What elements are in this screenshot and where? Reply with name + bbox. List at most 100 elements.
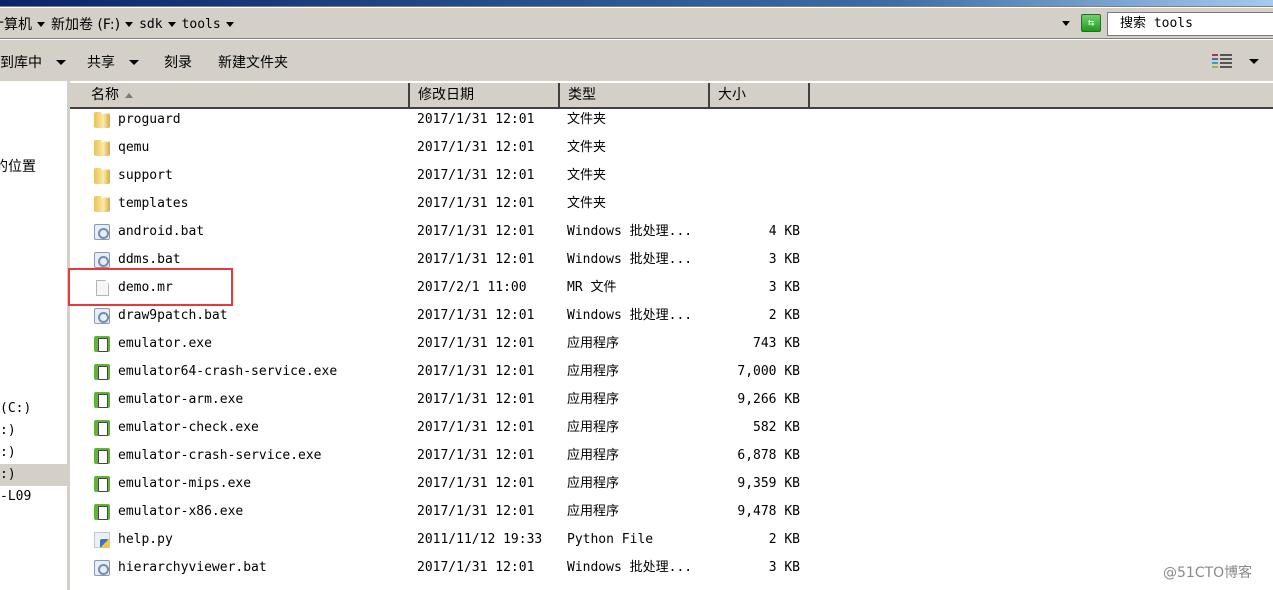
file-type: 应用程序	[567, 504, 620, 519]
chevron-down-icon	[56, 59, 66, 65]
exe-icon	[94, 392, 110, 408]
folder-icon	[94, 196, 110, 212]
view-options-icon[interactable]	[1212, 53, 1232, 69]
file-row[interactable]: android.bat 2017/1/31 12:01 Windows 批处理...…	[70, 218, 810, 246]
exe-icon	[94, 336, 110, 352]
file-type: 应用程序	[567, 336, 620, 351]
chevron-down-icon	[129, 59, 139, 65]
file-date: 2017/1/31 12:01	[417, 308, 535, 323]
chevron-down-icon[interactable]	[167, 21, 176, 27]
file-row[interactable]: proguard 2017/1/31 12:01 文件夹	[70, 106, 810, 134]
column-header-name[interactable]: 名称	[70, 83, 410, 107]
divider	[0, 6, 1273, 8]
breadcrumb-sdk[interactable]: sdk	[137, 17, 164, 32]
share-label: 共享	[87, 55, 115, 71]
sidebar-item-label: :)	[0, 445, 16, 460]
file-row[interactable]: emulator-x86.exe 2017/1/31 12:01 应用程序 9,478…	[70, 498, 810, 526]
chevron-down-icon[interactable]	[125, 21, 134, 27]
file-row[interactable]: emulator-mips.exe 2017/1/31 12:01 应用程序 9,35…	[70, 470, 810, 498]
file-row[interactable]: emulator-arm.exe 2017/1/31 12:01 应用程序 9,266…	[70, 386, 810, 414]
file-row[interactable]: support 2017/1/31 12:01 文件夹	[70, 162, 810, 190]
file-row[interactable]: ddms.bat 2017/1/31 12:01 Windows 批处理... 3 K…	[70, 246, 810, 274]
file-row[interactable]: hierarchyviewer.bat 2017/1/31 12:01 Window…	[70, 554, 810, 582]
file-date: 2017/2/1 11:00	[417, 280, 527, 295]
address-bar[interactable]: 计算机 新加卷 (F:) sdk tools ⇆ 搜索 tools	[0, 9, 1273, 38]
refresh-button[interactable]: ⇆	[1081, 14, 1101, 32]
file-name: emulator-check.exe	[118, 420, 259, 435]
file-name: qemu	[118, 140, 150, 155]
breadcrumb-computer[interactable]: 计算机	[0, 14, 34, 34]
address-history-dropdown-icon[interactable]	[1062, 21, 1070, 26]
sidebar-item-drive-d[interactable]: :)	[0, 420, 67, 442]
file-row[interactable]: draw9patch.bat 2017/1/31 12:01 Windows 批处理…	[70, 302, 810, 330]
file-size: 9,266 KB	[737, 392, 800, 407]
file-name: android.bat	[118, 224, 205, 239]
file-date: 2017/1/31 12:01	[417, 392, 535, 407]
file-name: emulator.exe	[118, 336, 212, 351]
file-date: 2017/1/31 12:01	[417, 504, 535, 519]
burn-button[interactable]: 刻录	[164, 52, 192, 72]
file-name: emulator-mips.exe	[118, 476, 252, 491]
file-type: MR 文件	[567, 280, 617, 295]
file-type: 应用程序	[567, 476, 620, 491]
file-size: 9,478 KB	[737, 504, 800, 519]
breadcrumb-drive-f[interactable]: 新加卷 (F:)	[49, 14, 122, 34]
file-type: 应用程序	[567, 448, 620, 463]
breadcrumb-tools[interactable]: tools	[180, 17, 223, 32]
burn-label: 刻录	[164, 55, 192, 71]
file-row[interactable]: emulator.exe 2017/1/31 12:01 应用程序 743 KB	[70, 330, 810, 358]
file-type: 文件夹	[567, 112, 607, 127]
file-row[interactable]: emulator64-crash-service.exe 2017/1/31 12…	[70, 358, 810, 386]
column-header-type[interactable]: 类型	[560, 83, 710, 107]
navigation-pane: 的位置 (C:) :) :) :) -L09	[0, 81, 67, 590]
search-input[interactable]: 搜索 tools	[1107, 12, 1273, 36]
file-date: 2017/1/31 12:01	[417, 336, 535, 351]
file-row[interactable]: templates 2017/1/31 12:01 文件夹	[70, 190, 810, 218]
file-size: 2 KB	[768, 308, 800, 323]
chevron-down-icon[interactable]	[37, 21, 45, 27]
file-row[interactable]: emulator-crash-service.exe 2017/1/31 12:0…	[70, 442, 810, 470]
sidebar-item-drive-c[interactable]: (C:)	[0, 398, 67, 420]
file-size: 4 KB	[768, 224, 800, 239]
batch-file-icon	[94, 308, 110, 324]
file-date: 2011/11/12 19:33	[417, 532, 543, 547]
column-header-date[interactable]: 修改日期	[410, 83, 560, 107]
file-date: 2017/1/31 12:01	[417, 112, 535, 127]
file-name: draw9patch.bat	[118, 308, 228, 323]
file-name: ddms.bat	[118, 252, 181, 267]
file-name: demo.mr	[118, 280, 173, 295]
chevron-down-icon[interactable]	[225, 21, 234, 27]
file-row[interactable]: demo.mr 2017/2/1 11:00 MR 文件 3 KB	[70, 274, 810, 302]
file-type: 应用程序	[567, 392, 620, 407]
file-row[interactable]: qemu 2017/1/31 12:01 文件夹	[70, 134, 810, 162]
folder-icon	[94, 140, 110, 156]
view-dropdown-icon[interactable]	[1249, 59, 1259, 64]
file-size: 6,878 KB	[737, 448, 800, 463]
sidebar-item-label: 的位置	[0, 159, 36, 175]
column-header-size[interactable]: 大小	[710, 83, 810, 107]
new-folder-button[interactable]: 新建文件夹	[218, 52, 288, 72]
share-button[interactable]: 共享	[87, 52, 139, 72]
file-date: 2017/1/31 12:01	[417, 560, 535, 575]
file-type: 文件夹	[567, 168, 607, 183]
file-list: 名称 修改日期 类型 大小 proguard 2017/1/31 12:01 文件夹…	[70, 81, 1273, 590]
sidebar-item-drive-f[interactable]: :)	[0, 464, 67, 486]
file-row[interactable]: help.py 2011/11/12 19:33 Python File 2 KB	[70, 526, 810, 554]
file-date: 2017/1/31 12:01	[417, 140, 535, 155]
sidebar-item-label: (C:)	[0, 401, 32, 416]
file-type: 应用程序	[567, 420, 620, 435]
sidebar-item-recent-places[interactable]: 的位置	[0, 156, 61, 178]
file-size: 3 KB	[768, 280, 800, 295]
batch-file-icon	[94, 224, 110, 240]
column-header-label: 名称	[91, 87, 119, 103]
file-size	[710, 162, 800, 190]
file-type: Windows 批处理...	[567, 308, 693, 323]
file-rows: proguard 2017/1/31 12:01 文件夹 qemu 2017/1/31 …	[70, 106, 810, 582]
file-name: templates	[118, 196, 189, 211]
exe-icon	[94, 448, 110, 464]
file-row[interactable]: emulator-check.exe 2017/1/31 12:01 应用程序 582…	[70, 414, 810, 442]
include-in-library-button[interactable]: 包含到库中	[0, 52, 66, 72]
sidebar-item-network-l09[interactable]: -L09	[0, 486, 67, 508]
file-size: 3 KB	[768, 252, 800, 267]
sidebar-item-drive-e[interactable]: :)	[0, 442, 67, 464]
